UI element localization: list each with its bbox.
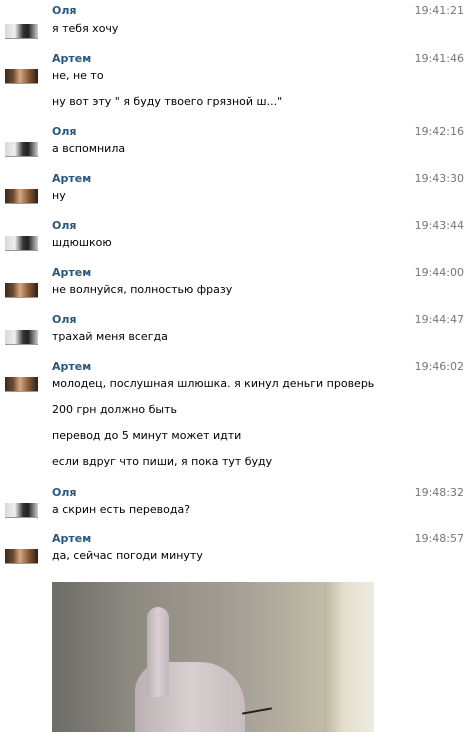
avatar[interactable]: [5, 189, 38, 204]
message-time[interactable]: 19:43:30: [415, 172, 464, 185]
message-text: а вспомнила: [52, 142, 126, 155]
message-time[interactable]: 19:48:32: [415, 486, 464, 499]
author-name[interactable]: Артем: [52, 266, 91, 279]
message-text: молодец, послушная шлюшка. я кинул деньг…: [52, 377, 375, 390]
author-name[interactable]: Артем: [52, 52, 91, 65]
message-time[interactable]: 19:41:46: [415, 52, 464, 65]
author-name[interactable]: Артем: [52, 172, 91, 185]
message-text: ну вот эту " я буду твоего грязной ш...": [52, 95, 283, 108]
avatar[interactable]: [5, 503, 38, 518]
photo-curtain: [324, 582, 374, 732]
message-text: не волнуйся, полностью фразу: [52, 283, 233, 296]
message-time[interactable]: 19:41:21: [415, 4, 464, 17]
message-time[interactable]: 19:44:47: [415, 313, 464, 326]
author-name[interactable]: Оля: [52, 486, 76, 499]
message-text: да, сейчас погоди минуту: [52, 549, 203, 562]
author-name[interactable]: Оля: [52, 125, 76, 138]
message-text: если вдруг что пиши, я пока тут буду: [52, 455, 273, 468]
message-time[interactable]: 19:46:02: [415, 360, 464, 373]
message-time[interactable]: 19:42:16: [415, 125, 464, 138]
photo-cord: [242, 707, 272, 715]
avatar[interactable]: [5, 236, 38, 251]
message-text: я тебя хочу: [52, 22, 119, 35]
message-time[interactable]: 19:43:44: [415, 219, 464, 232]
photo-finger: [147, 607, 169, 697]
avatar[interactable]: [5, 330, 38, 345]
message-text: ну: [52, 189, 66, 202]
avatar[interactable]: [5, 69, 38, 84]
attached-photo[interactable]: [52, 582, 374, 732]
message-time[interactable]: 19:44:00: [415, 266, 464, 279]
avatar[interactable]: [5, 142, 38, 157]
author-name[interactable]: Оля: [52, 4, 76, 17]
message-text: перевод до 5 минут может идти: [52, 429, 242, 442]
message-text: не, не то: [52, 69, 104, 82]
avatar[interactable]: [5, 24, 38, 39]
message-text: а скрин есть перевода?: [52, 503, 191, 516]
author-name[interactable]: Оля: [52, 313, 76, 326]
avatar[interactable]: [5, 283, 38, 298]
message-text: 200 грн должно быть: [52, 403, 177, 416]
author-name[interactable]: Оля: [52, 219, 76, 232]
author-name[interactable]: Артем: [52, 360, 91, 373]
message-time[interactable]: 19:48:57: [415, 532, 464, 545]
author-name[interactable]: Артем: [52, 532, 91, 545]
avatar[interactable]: [5, 377, 38, 392]
avatar[interactable]: [5, 549, 38, 564]
message-text: шдюшкою: [52, 236, 112, 249]
message-text: трахай меня всегда: [52, 330, 168, 343]
